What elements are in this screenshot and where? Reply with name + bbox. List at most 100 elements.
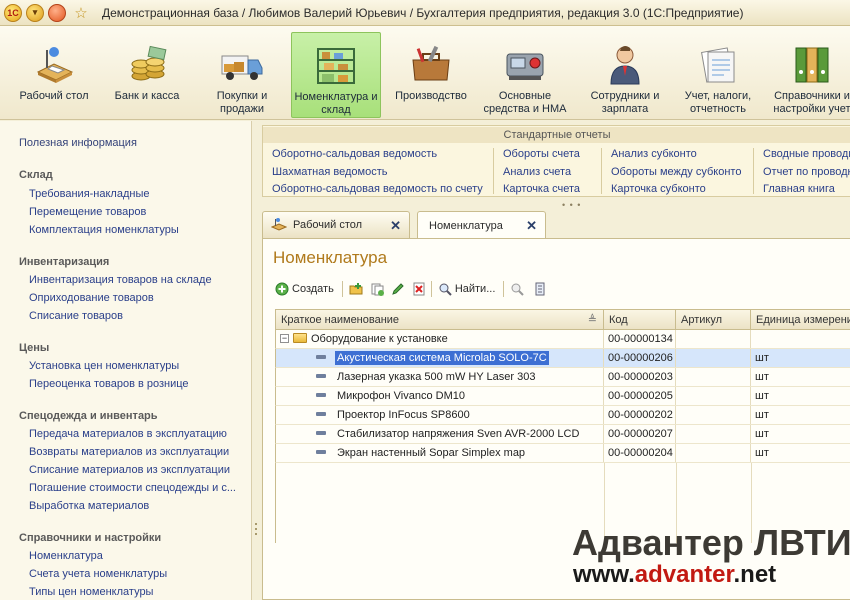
article-cell (676, 368, 751, 386)
section-fixed-assets[interactable]: Основные средства и НМА (480, 32, 570, 118)
sidebar-item[interactable]: Требования-накладные (29, 188, 150, 200)
section-label: Номенклатура и склад (294, 91, 378, 116)
sidebar-item[interactable]: Передача материалов в эксплуатацию (29, 428, 227, 440)
report-link[interactable]: Обороты счета (503, 148, 580, 160)
warehouse-icon (314, 43, 358, 87)
employee-icon (603, 42, 647, 86)
name-cell: Акустическая система Microlab SOLO-7C (276, 349, 604, 367)
section-label: Покупки и продажи (216, 90, 268, 115)
sidebar-item[interactable]: Списание материалов из эксплуатации (29, 464, 230, 476)
section-accounting[interactable]: Учет, налоги, отчетность (673, 32, 763, 118)
sidebar-item[interactable]: Счета учета номенклатуры (29, 568, 167, 580)
table-row[interactable]: Стабилизатор напряжения Sven AVR-2000 LC… (275, 425, 850, 444)
main-menu-icon[interactable]: ▾ (26, 3, 44, 22)
standard-reports-panel: Стандартные отчеты Оборотно-сальдовая ве… (262, 125, 850, 197)
table-row[interactable]: − Оборудование к установке 00-00000134 (275, 330, 850, 349)
collapse-icon[interactable]: − (280, 333, 289, 343)
report-link[interactable]: Оборотно-сальдовая ведомость (272, 148, 437, 160)
table-row[interactable]: Микрофон Vivanco DM10 00-00000205 шт (275, 387, 850, 406)
section-purchases[interactable]: Покупки и продажи (197, 32, 287, 118)
cancel-search-icon[interactable] (510, 282, 525, 296)
section-label: Справочники и настройки учет (773, 90, 850, 115)
sidebar-item[interactable]: Комплектация номенклатуры (29, 224, 179, 236)
sidebar-group-title: Справочники и настройки (19, 532, 162, 544)
report-link[interactable]: Карточка субконто (611, 183, 706, 195)
sidebar-item[interactable]: Переоценка товаров в рознице (29, 378, 189, 390)
create-folder-icon[interactable] (349, 282, 363, 296)
article-cell (676, 406, 751, 424)
sidebar-item[interactable]: Установка цен номенклатуры (29, 360, 179, 372)
sidebar-group-title: Склад (19, 169, 53, 181)
section-nomenclature[interactable]: Номенклатура и склад (291, 32, 381, 118)
create-button[interactable]: Создать (275, 282, 334, 296)
section-references[interactable]: Справочники и настройки учет (770, 32, 850, 118)
sidebar-item[interactable]: Списание товаров (29, 310, 123, 322)
table-row[interactable]: Проектор InFocus SP8600 00-00000202 шт (275, 406, 850, 425)
history-icon[interactable] (48, 3, 66, 22)
copy-icon[interactable] (370, 282, 384, 296)
column-header-name[interactable]: Краткое наименование ≜ (276, 310, 604, 330)
unit-cell: шт (755, 352, 769, 364)
coins-icon (125, 42, 169, 86)
item-icon (316, 355, 326, 360)
edit-icon[interactable] (391, 282, 405, 296)
table-row[interactable]: Экран настенный Sopar Simplex map 00-000… (275, 444, 850, 463)
sidebar-item[interactable]: Перемещение товаров (29, 206, 146, 218)
list-settings-icon[interactable] (533, 282, 547, 296)
tab-desktop[interactable]: Рабочий стол ✕ (262, 211, 410, 238)
section-desktop[interactable]: Рабочий стол (9, 32, 99, 118)
report-link[interactable]: Оборотно-сальдовая ведомость по счету (272, 183, 483, 195)
sidebar-useful-info[interactable]: Полезная информация (19, 137, 137, 149)
sidebar-item[interactable]: Номенклатура (29, 550, 103, 562)
name-cell: − Оборудование к установке (276, 330, 604, 348)
table-row[interactable]: Акустическая система Microlab SOLO-7C 00… (275, 349, 850, 368)
binders-icon (790, 42, 834, 86)
sidebar-item[interactable]: Выработка материалов (29, 500, 149, 512)
app-logo-icon[interactable]: 1С (4, 3, 22, 22)
panel-splitter[interactable] (254, 520, 258, 540)
tab-label: Номенклатура (429, 219, 503, 232)
watermark-url: www.advanter.net (573, 561, 777, 588)
create-label: Создать (292, 283, 334, 295)
reports-resize-grip[interactable]: • • • (562, 200, 581, 210)
sidebar-item[interactable]: Типы цен номенклатуры (29, 586, 153, 598)
report-link[interactable]: Карточка счета (503, 183, 580, 195)
nomenclature-table: Краткое наименование ≜ Код Артикул Едини… (275, 309, 850, 543)
close-icon[interactable]: ✕ (390, 218, 401, 234)
section-production[interactable]: Производство (386, 32, 476, 118)
unit-cell (751, 330, 850, 348)
close-icon[interactable]: ✕ (526, 218, 537, 234)
section-label: Банк и касса (114, 90, 180, 102)
report-link[interactable]: Обороты между субконто (611, 166, 741, 178)
code-cell: 00-00000206 (604, 349, 676, 367)
code-cell: 00-00000204 (604, 444, 676, 462)
report-link[interactable]: Анализ субконто (611, 148, 697, 160)
code-cell: 00-00000207 (604, 425, 676, 443)
sidebar-item[interactable]: Возвраты материалов из эксплуатации (29, 446, 229, 458)
title-bar: 1С ▾ ☆ Демонстрационная база / Любимов В… (0, 0, 850, 26)
sidebar-item[interactable]: Погашение стоимости спецодежды и с... (29, 482, 236, 494)
find-button[interactable]: Найти... (438, 282, 495, 296)
column-header-article[interactable]: Артикул (676, 310, 751, 330)
sidebar-item[interactable]: Оприходование товаров (29, 292, 154, 304)
report-link[interactable]: Шахматная ведомость (272, 166, 387, 178)
report-link[interactable]: Сводные проводки (763, 148, 850, 160)
desk-icon (270, 218, 288, 232)
tab-nomenclature[interactable]: Номенклатура ✕ (417, 211, 546, 239)
report-link[interactable]: Отчет по проводкам (763, 166, 850, 178)
sidebar: Полезная информация Склад Требования-нак… (0, 121, 252, 600)
name-cell: Микрофон Vivanco DM10 (276, 387, 604, 405)
sidebar-item[interactable]: Инвентаризация товаров на складе (29, 274, 212, 286)
table-row[interactable]: Лазерная указка 500 mW HY Laser 303 00-0… (275, 368, 850, 387)
favorites-star-icon[interactable]: ☆ (72, 4, 90, 22)
column-header-unit[interactable]: Единица измерения (751, 310, 850, 330)
report-link[interactable]: Главная книга (763, 183, 835, 195)
unit-cell: шт (755, 390, 769, 402)
delete-mark-icon[interactable] (412, 282, 426, 296)
sidebar-group-title: Инвентаризация (19, 256, 110, 268)
machine-icon (503, 42, 547, 86)
section-employees[interactable]: Сотрудники и зарплата (580, 32, 670, 118)
report-link[interactable]: Анализ счета (503, 166, 571, 178)
column-header-code[interactable]: Код (604, 310, 676, 330)
section-bank[interactable]: Банк и касса (102, 32, 192, 118)
